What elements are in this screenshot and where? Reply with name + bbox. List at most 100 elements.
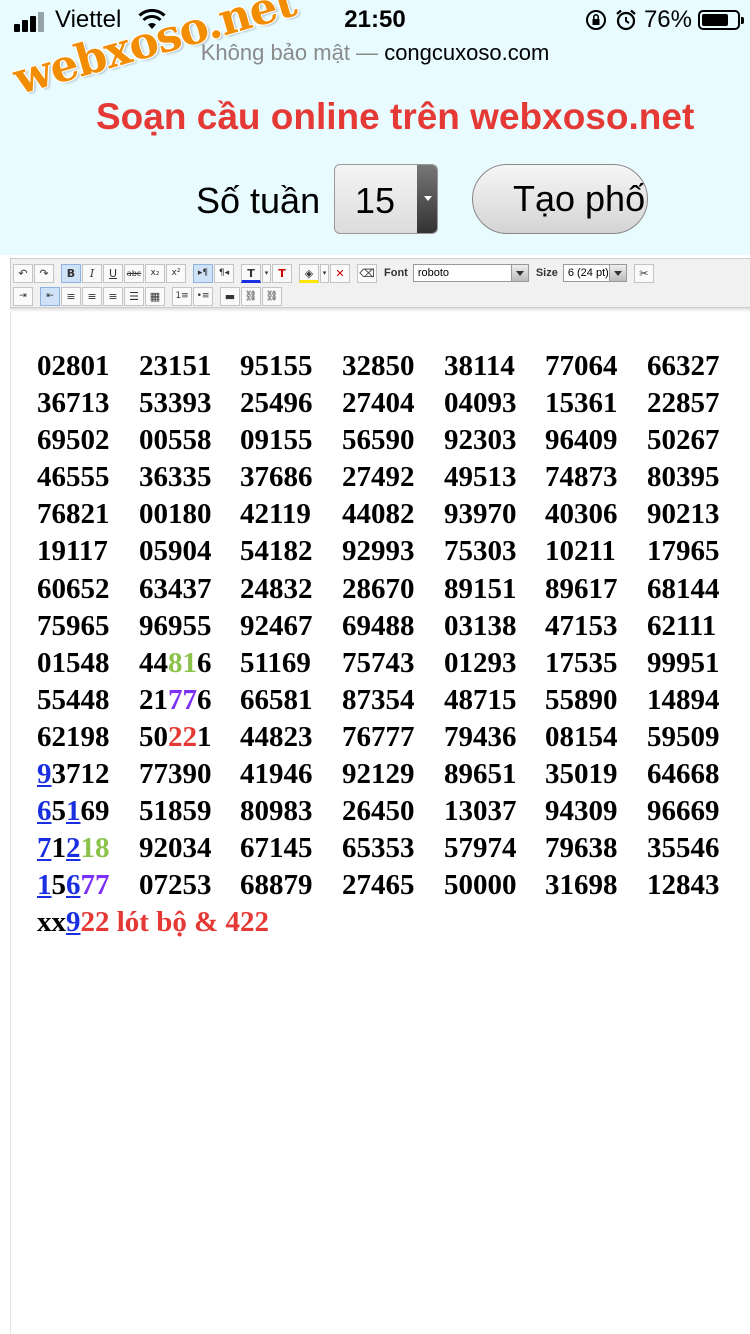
cut-icon[interactable]: ✂ — [633, 263, 654, 283]
superscript-icon[interactable]: x² — [166, 263, 186, 283]
battery-percent: 76% — [643, 6, 692, 33]
alarm-icon — [616, 9, 636, 31]
number-cell: 21776 — [139, 684, 212, 717]
italic-icon[interactable]: I — [82, 263, 102, 283]
number-digit-segment: 18 — [80, 832, 110, 865]
number-cell: 14894 — [647, 683, 720, 716]
number-digit-segment: 6 — [37, 795, 52, 828]
number-cell: 89651 — [444, 758, 517, 791]
editor-toolbar: ↶ ↷ B I U abc x₂ x² ▸¶ ¶◂ T ▾ T ◈ ▾ ✕ ⌫ … — [10, 258, 750, 308]
text-color-icon[interactable]: T — [241, 263, 261, 283]
weeks-select[interactable]: 15 — [334, 164, 438, 234]
number-cell: 38114 — [444, 350, 515, 382]
number-cell: 67145 — [240, 832, 313, 865]
note-prefix: xx — [37, 906, 66, 938]
number-cell: 24832 — [240, 572, 313, 605]
number-cell: 48715 — [444, 683, 517, 716]
number-cell: 62198 — [37, 720, 110, 753]
status-indicators: 76% — [584, 6, 744, 34]
watermark-logo: webxoso.net — [6, 0, 301, 105]
horizontal-rule-icon[interactable]: ▬ — [220, 286, 240, 306]
size-label: Size — [535, 267, 558, 279]
clear-highlight-icon[interactable]: ✕ — [330, 263, 350, 283]
number-digit-segment: 21 — [139, 683, 168, 716]
link-icon[interactable]: ⛓ — [241, 286, 261, 306]
number-cell: 90213 — [647, 498, 720, 531]
chevron-down-icon — [608, 265, 626, 281]
number-cell: 89617 — [545, 572, 618, 605]
highlight-icon[interactable]: ◈ — [299, 263, 319, 283]
number-cell: 27492 — [342, 461, 415, 494]
undo-icon[interactable]: ↶ — [13, 263, 33, 283]
ordered-list-icon[interactable]: 1≡ — [172, 286, 192, 306]
number-cell: 28670 — [342, 572, 415, 605]
number-cell: 36713 — [37, 387, 110, 420]
number-digit-segment: 69 — [80, 795, 110, 828]
number-cell: 66327 — [647, 350, 720, 382]
size-select[interactable]: 6 (24 pt) — [562, 264, 627, 282]
text-color-dropdown-icon[interactable]: ▾ — [262, 263, 271, 283]
number-cell: 37686 — [240, 461, 313, 494]
number-digit-segment: 1 — [51, 832, 67, 865]
number-cell: 15361 — [545, 387, 618, 420]
number-cell: 93712 — [37, 758, 110, 791]
align-right-icon[interactable]: ≡ — [103, 286, 123, 306]
number-cell: 13037 — [444, 795, 517, 828]
number-cell: 44823 — [240, 720, 313, 753]
ltr-icon[interactable]: ▸¶ — [193, 263, 213, 283]
number-digit-segment: 5 — [51, 869, 67, 902]
number-cell: 75303 — [444, 535, 517, 568]
editor-content[interactable]: 02801 23151 95155 32850 38114 77064 66327 36713… — [10, 312, 750, 1334]
number-cell: 26450 — [342, 795, 415, 828]
strikethrough-icon[interactable]: abc — [124, 263, 144, 283]
subscript-icon[interactable]: x₂ — [145, 263, 165, 283]
eraser-icon[interactable]: ⌫ — [357, 263, 377, 283]
number-cell: 95155 — [240, 350, 313, 382]
table-icon[interactable]: ▦ — [145, 286, 165, 306]
align-center-icon[interactable]: ≡ — [82, 286, 102, 306]
note-text: 22 lót bộ & 422 — [80, 906, 270, 938]
number-cell: 57974 — [444, 832, 517, 865]
page-header: Soạn cầu online trên webxoso.net Số tuần… — [0, 80, 750, 255]
number-cell: 68144 — [647, 572, 720, 605]
redo-icon[interactable]: ↷ — [34, 263, 54, 283]
font-select-value: roboto — [417, 267, 450, 279]
underline-icon[interactable]: U — [103, 263, 123, 283]
rtl-icon[interactable]: ¶◂ — [214, 263, 234, 283]
font-select[interactable]: roboto — [412, 264, 529, 282]
number-cell: 41946 — [240, 758, 313, 791]
bold-icon[interactable]: B — [61, 263, 81, 283]
clear-color-icon[interactable]: T — [272, 263, 292, 283]
number-cell: 94309 — [545, 795, 618, 828]
number-cell: 44816 — [139, 647, 212, 680]
highlight-dropdown-icon[interactable]: ▾ — [320, 263, 329, 283]
number-cell: 79436 — [444, 720, 517, 753]
number-cell: 68879 — [240, 869, 313, 902]
justify-icon[interactable]: ☰ — [124, 286, 144, 306]
number-cell: 00558 — [139, 424, 212, 457]
number-cell: 50221 — [139, 721, 212, 754]
unordered-list-icon[interactable]: •≡ — [193, 286, 213, 306]
number-cell: 36335 — [139, 461, 212, 494]
create-grid-button[interactable]: Tạo phố — [472, 164, 648, 234]
number-cell: 55448 — [37, 683, 110, 716]
unlink-icon[interactable]: ⛓ — [262, 286, 282, 306]
number-cell: 50000 — [444, 869, 517, 902]
number-cell: 87354 — [342, 683, 415, 716]
number-cell: 96409 — [545, 424, 618, 457]
number-digit-segment: 6 — [66, 869, 81, 902]
chevron-down-icon — [417, 165, 437, 233]
outdent-icon[interactable]: ⇤ — [40, 286, 60, 306]
number-cell: 96669 — [647, 795, 720, 828]
number-cell: 80983 — [240, 795, 313, 828]
number-digit-segment: 1 — [197, 720, 212, 753]
align-left-icon[interactable]: ≡ — [61, 286, 81, 306]
number-cell: 49513 — [444, 461, 517, 494]
number-cell: 44082 — [342, 498, 415, 531]
note-underlined: 9 — [66, 906, 81, 938]
number-cell: 65169 — [37, 795, 110, 828]
indent-icon[interactable]: ⇥ — [13, 286, 33, 306]
number-cell: 93970 — [444, 498, 517, 531]
note-line: xx922 lót bộ & 422 — [37, 906, 269, 939]
number-cell: 17965 — [647, 535, 720, 568]
